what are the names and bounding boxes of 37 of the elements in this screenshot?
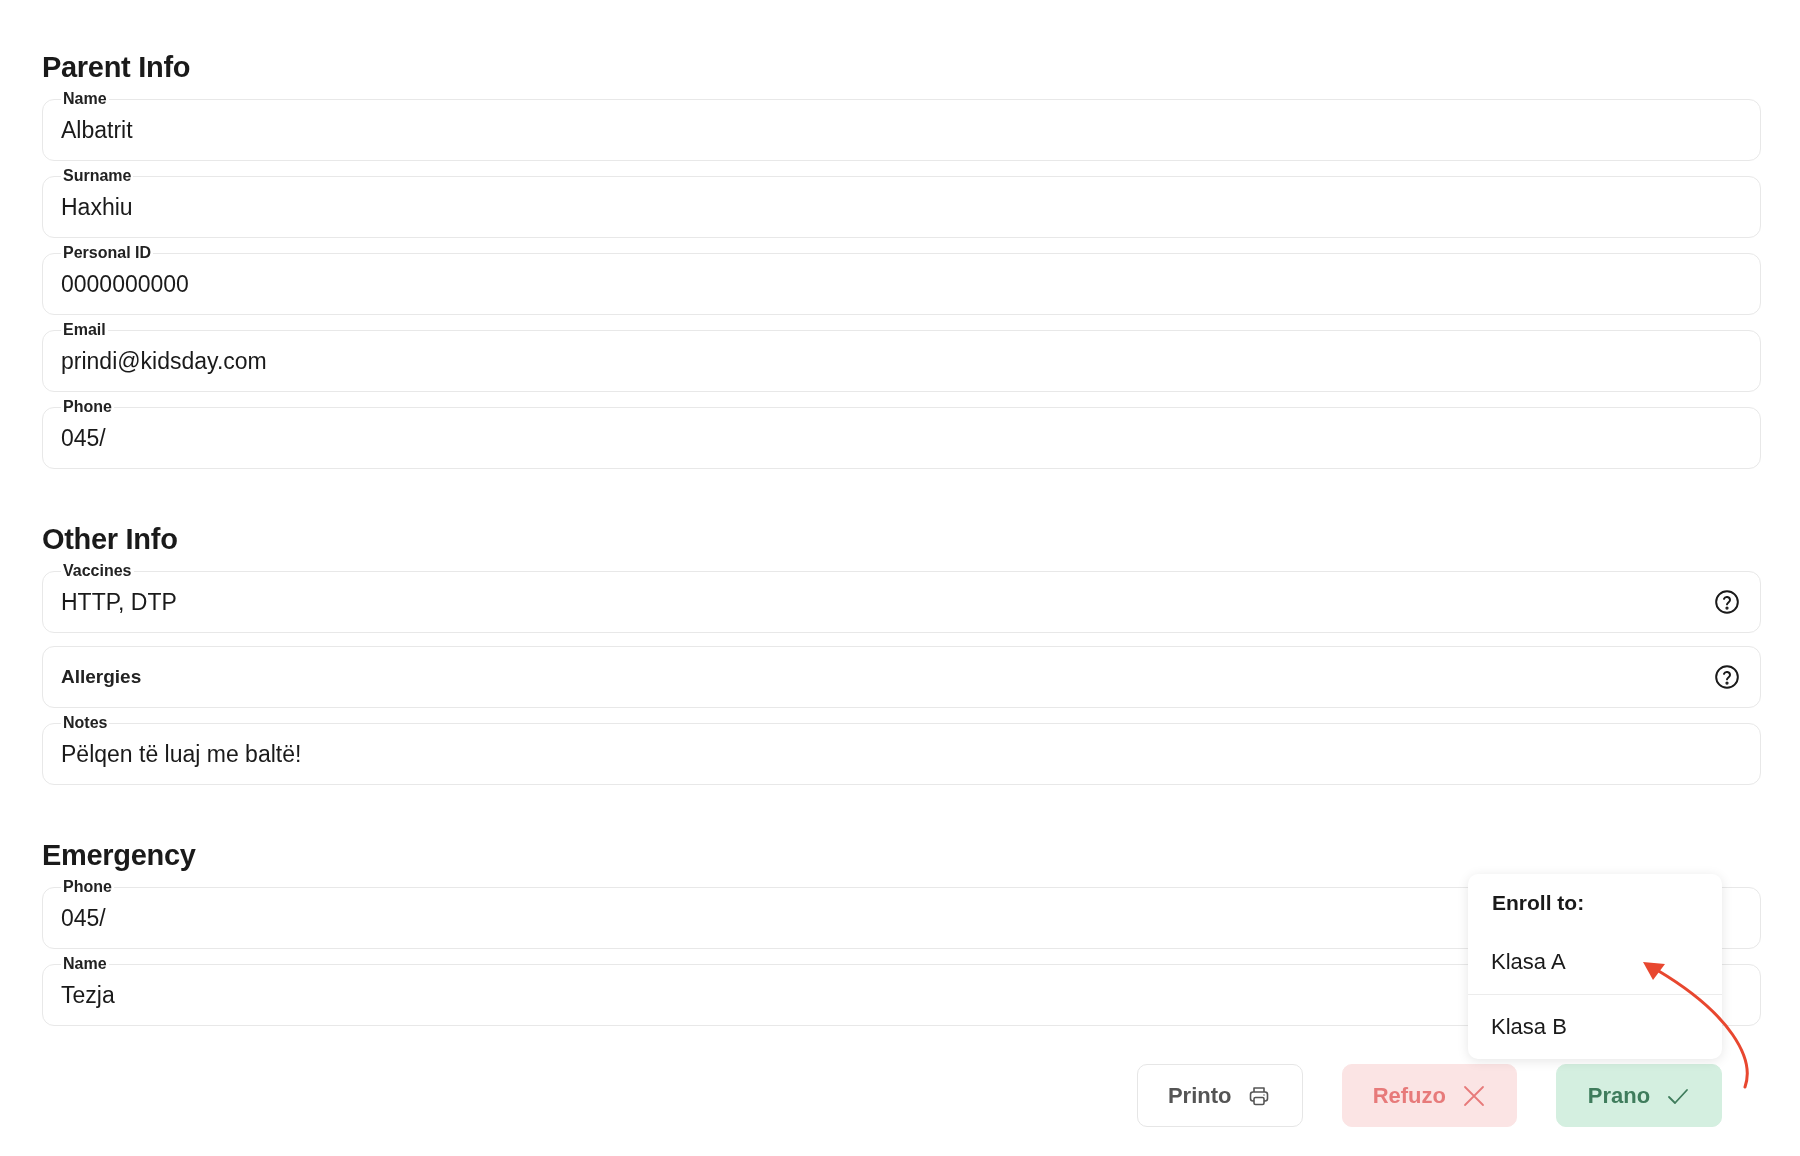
field-label: Notes [62,714,109,732]
field-value: HTTP, DTP [61,588,177,616]
close-icon [1462,1083,1486,1108]
field-label: Name [62,90,108,108]
field-value: Tezja [61,981,115,1009]
text-field[interactable]: Notes Pëlqen të luaj me baltë! [42,714,1761,785]
field-value: 0000000000 [61,270,189,298]
section-heading: Other Info [42,522,179,556]
field-value: Haxhiu [61,193,133,221]
field-label: Surname [62,167,133,185]
text-field[interactable]: Email prindi@kidsday.com [42,321,1761,392]
field-value: Albatrit [61,116,133,144]
menu-item[interactable]: Klasa B [1468,994,1722,1059]
field-value: Pëlqen të luaj me baltë! [61,740,302,768]
field-label: Phone [62,398,113,416]
field-value: prindi@kidsday.com [61,347,267,375]
field-label: Vaccines [62,562,133,580]
field-value: 045/ [61,904,106,932]
menu-title: Enroll to: [1491,890,1586,916]
section-heading: Parent Info [42,50,192,84]
text-field[interactable]: Name Albatrit [42,90,1761,161]
text-field[interactable]: Allergies [42,646,1761,708]
field-label: Allergies [61,666,142,688]
text-field[interactable]: Surname Haxhiu [42,167,1761,238]
help-icon[interactable] [1714,664,1740,690]
help-icon[interactable] [1714,589,1740,615]
text-field[interactable]: Personal ID 0000000000 [42,244,1761,315]
field-value: 045/ [61,424,106,452]
print-button[interactable]: Printo [1136,1064,1303,1127]
text-field[interactable]: Vaccines HTTP, DTP [42,562,1761,633]
text-field[interactable]: Phone 045/ [42,398,1761,469]
field-label: Phone [62,878,113,896]
field-label: Name [62,955,108,973]
section-heading: Emergency [42,838,197,872]
accept-button[interactable]: Prano [1556,1064,1722,1127]
field-label: Email [62,321,107,339]
field-label: Personal ID [62,244,153,262]
